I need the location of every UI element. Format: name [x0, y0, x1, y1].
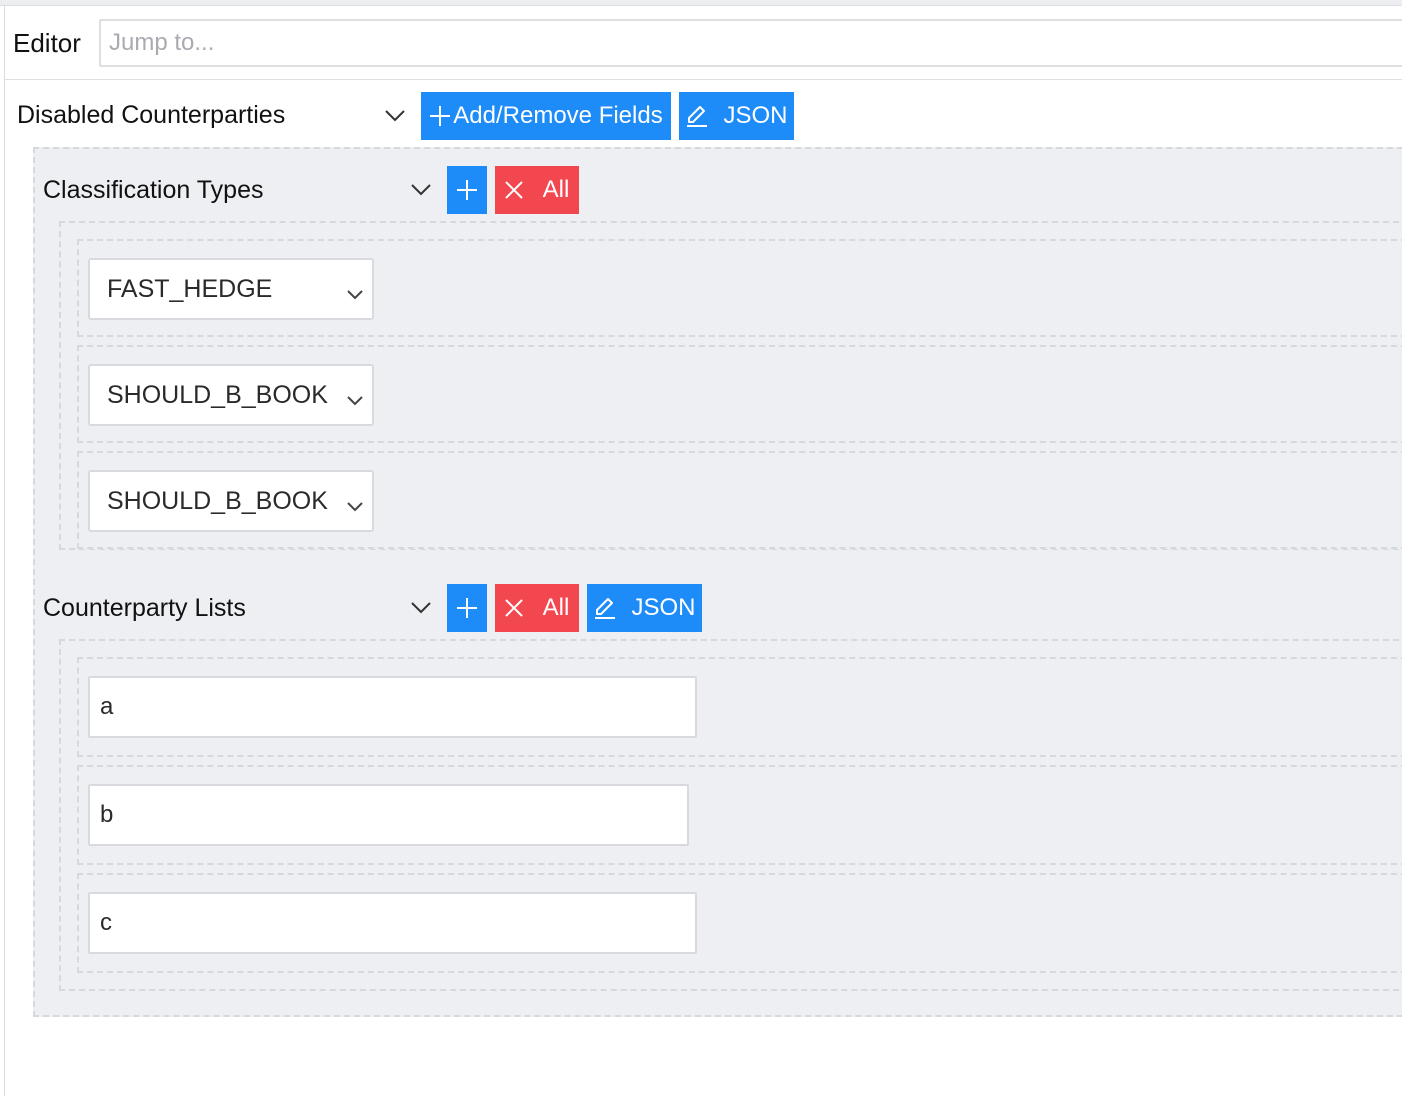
field-value: a — [100, 693, 114, 720]
section-title-counterparty-lists: Counterparty Lists — [43, 594, 246, 622]
field-value: c — [100, 909, 112, 936]
section-title-disabled-counterparties: Disabled Counterparties — [17, 101, 286, 129]
section-title-classification-types: Classification Types — [43, 176, 264, 204]
json-label: JSON — [631, 594, 696, 621]
jump-to-input[interactable] — [99, 19, 1402, 67]
plus-icon — [456, 179, 478, 201]
chevron-down-icon — [346, 491, 364, 520]
chevron-down-icon — [346, 385, 364, 414]
counterparty-lists-json-button[interactable]: JSON — [587, 584, 702, 632]
add-remove-fields-label: Add/Remove Fields — [453, 102, 663, 129]
field-value: b — [100, 801, 114, 828]
plus-icon — [456, 597, 478, 619]
chevron-down-icon[interactable] — [409, 596, 433, 620]
close-icon — [504, 181, 523, 199]
pencil-icon — [685, 104, 709, 128]
classification-type-select[interactable]: FAST_HEDGE — [88, 258, 374, 320]
remove-all-counterparty-lists-button[interactable]: All — [495, 584, 579, 632]
counterparty-list-field[interactable]: a — [88, 676, 697, 738]
select-value: SHOULD_B_BOOK — [107, 380, 328, 409]
counterparty-list-field[interactable]: b — [88, 784, 689, 846]
select-value: FAST_HEDGE — [107, 274, 273, 303]
add-remove-fields-button[interactable]: Add/Remove Fields — [421, 92, 671, 140]
add-counterparty-list-button[interactable] — [447, 584, 487, 632]
counterparty-list-field[interactable]: c — [88, 892, 697, 954]
remove-all-classification-types-button[interactable]: All — [495, 166, 579, 214]
chevron-down-icon[interactable] — [409, 178, 433, 202]
remove-all-label: All — [542, 176, 570, 203]
chevron-down-icon[interactable] — [383, 104, 407, 128]
classification-type-select[interactable]: SHOULD_B_BOOK — [88, 364, 374, 426]
json-label: JSON — [723, 102, 788, 129]
left-border — [4, 6, 5, 1096]
plus-icon — [429, 105, 451, 127]
close-icon — [504, 599, 523, 617]
pencil-icon — [593, 596, 617, 620]
select-value: SHOULD_B_BOOK — [107, 486, 328, 515]
classification-type-select[interactable]: SHOULD_B_BOOK — [88, 470, 374, 532]
chevron-down-icon — [346, 279, 364, 308]
remove-all-label: All — [542, 594, 570, 621]
edit-json-button[interactable]: JSON — [679, 92, 794, 140]
editor-header: Editor — [5, 6, 1402, 80]
add-classification-type-button[interactable] — [447, 166, 487, 214]
editor-label: Editor — [13, 28, 81, 58]
